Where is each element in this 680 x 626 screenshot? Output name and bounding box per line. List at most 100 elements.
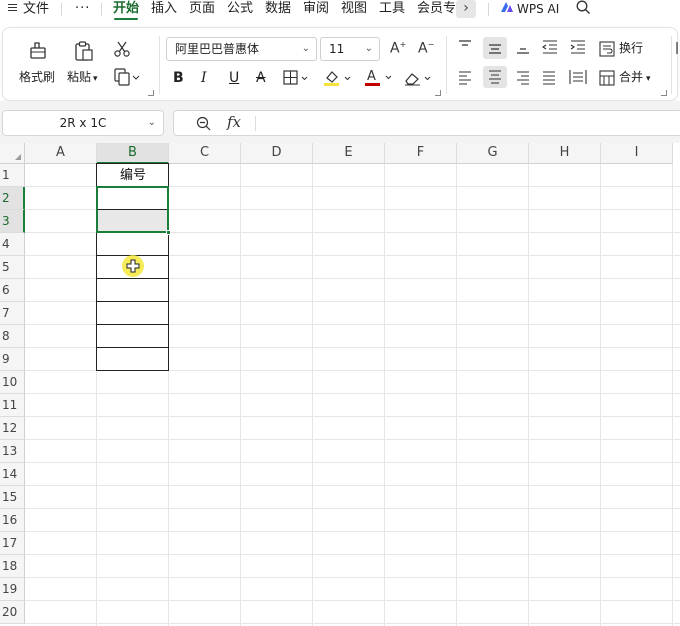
merge-button[interactable]: 合并 ▾ <box>599 68 651 86</box>
cell-b1[interactable]: 编号 <box>97 164 169 187</box>
select-all-corner[interactable] <box>0 143 25 164</box>
row-header-15[interactable]: 15 <box>0 486 25 509</box>
bold-button[interactable]: B <box>173 70 184 86</box>
gridline <box>25 439 680 440</box>
separator <box>61 3 62 16</box>
row-header-6[interactable]: 6 <box>0 279 25 302</box>
row-header-12[interactable]: 12 <box>0 417 25 440</box>
align-bottom-icon[interactable] <box>515 39 531 59</box>
clipboard-dialog-launcher[interactable] <box>148 90 154 96</box>
fill-color-icon[interactable] <box>323 69 355 91</box>
wrap-text-button[interactable]: 换行 <box>599 39 643 57</box>
increase-font-icon[interactable]: A+ <box>390 40 406 57</box>
column-header-h[interactable]: H <box>529 143 601 164</box>
zoom-icon[interactable] <box>196 116 211 135</box>
align-left-icon[interactable] <box>457 69 473 89</box>
row-header-14[interactable]: 14 <box>0 463 25 486</box>
copy-icon[interactable] <box>113 68 141 90</box>
align-right-icon[interactable] <box>515 69 531 89</box>
row-header-13[interactable]: 13 <box>0 440 25 463</box>
search-icon[interactable] <box>576 0 591 20</box>
paste-button[interactable]: 粘贴 ▾ <box>67 40 98 85</box>
column-header-b[interactable]: B <box>97 143 169 164</box>
chevron-down-icon[interactable]: ▾ <box>93 74 98 84</box>
selection-range[interactable] <box>96 186 169 233</box>
align-center-icon[interactable] <box>483 66 507 88</box>
column-header-c[interactable]: C <box>169 143 241 164</box>
decrease-font-icon[interactable]: A− <box>418 40 434 57</box>
tab-data[interactable]: 数据 <box>265 0 291 20</box>
column-header-e[interactable]: E <box>313 143 385 164</box>
alignment-dialog-launcher[interactable] <box>661 90 667 96</box>
fill-handle[interactable] <box>166 230 171 235</box>
gridline <box>25 462 680 463</box>
wrap-text-label: 换行 <box>619 41 644 55</box>
distributed-align-icon[interactable] <box>569 69 587 89</box>
row-header-7[interactable]: 7 <box>0 302 25 325</box>
wps-ai-button[interactable]: WPS AI <box>500 0 559 20</box>
align-middle-icon[interactable] <box>483 37 507 59</box>
borders-icon[interactable] <box>283 70 311 90</box>
row-header-16[interactable]: 16 <box>0 509 25 532</box>
merge-label: 合并 <box>619 70 644 84</box>
table-row-border <box>96 324 169 325</box>
font-color-icon[interactable]: A <box>364 68 396 91</box>
decrease-indent-icon[interactable] <box>541 39 559 59</box>
row-header-3[interactable]: 3 <box>0 210 25 233</box>
strikethrough-button[interactable]: A <box>256 70 266 86</box>
column-header-g[interactable]: G <box>457 143 529 164</box>
separator <box>101 3 102 16</box>
column-header-f[interactable]: F <box>385 143 457 164</box>
row-header-9[interactable]: 9 <box>0 348 25 371</box>
table-row-border <box>96 301 169 302</box>
row-header-18[interactable]: 18 <box>0 555 25 578</box>
tab-insert[interactable]: 插入 <box>151 0 177 20</box>
italic-button[interactable]: I <box>201 70 207 86</box>
gridline <box>25 393 680 394</box>
formula-input[interactable]: fx <box>173 110 680 136</box>
row-header-5[interactable]: 5 <box>0 256 25 279</box>
row-header-19[interactable]: 19 <box>0 578 25 601</box>
tab-page[interactable]: 页面 <box>189 0 215 20</box>
font-dialog-launcher[interactable] <box>435 90 441 96</box>
tab-review[interactable]: 审阅 <box>303 0 329 20</box>
tab-home[interactable]: 开始 <box>113 0 139 20</box>
chevron-down-icon[interactable]: ▾ <box>646 74 651 84</box>
row-header-8[interactable]: 8 <box>0 325 25 348</box>
font-size-select[interactable]: 11 ⌄ <box>320 37 380 61</box>
row-header-2[interactable]: 2 <box>0 187 25 210</box>
name-box[interactable]: 2R x 1C ⌄ <box>2 110 164 136</box>
tab-tools[interactable]: 工具 <box>379 0 405 20</box>
row-header-17[interactable]: 17 <box>0 532 25 555</box>
justify-icon[interactable] <box>541 69 557 89</box>
tab-view[interactable]: 视图 <box>341 0 367 20</box>
clear-format-icon[interactable] <box>403 70 435 90</box>
overflow-icon[interactable] <box>676 40 680 60</box>
row-header-4[interactable]: 4 <box>0 233 25 256</box>
increase-indent-icon[interactable] <box>569 39 587 59</box>
chevron-down-icon[interactable]: ⌄ <box>148 111 156 135</box>
row-header-20[interactable]: 20 <box>0 601 25 624</box>
tab-member[interactable]: 会员专 <box>417 0 456 20</box>
row-header-10[interactable]: 10 <box>0 371 25 394</box>
more-menu[interactable]: ··· <box>75 0 90 20</box>
gridline <box>456 164 457 626</box>
column-header-a[interactable]: A <box>25 143 97 164</box>
menu-bar: 文件 ··· 开始 插入 页面 公式 数据 审阅 视图 工具 会员专 › WPS… <box>0 0 680 20</box>
format-painter-button[interactable]: 格式刷 <box>19 40 55 85</box>
cut-icon[interactable] <box>113 40 131 62</box>
font-name-select[interactable]: 阿里巴巴普惠体 ⌄ <box>166 37 317 61</box>
underline-button[interactable]: U <box>229 70 239 86</box>
fx-icon[interactable]: fx <box>227 113 241 131</box>
row-header-11[interactable]: 11 <box>0 394 25 417</box>
column-header-d[interactable]: D <box>241 143 313 164</box>
file-menu[interactable]: 文件 <box>8 0 49 20</box>
spreadsheet-grid[interactable]: A B C D E F G H I 1 2 3 4 5 6 7 8 9 10 11 12 13 14 15 16 17 18 19 20… <box>0 143 680 626</box>
chevron-right-icon[interactable]: › <box>456 0 476 18</box>
row-header-1[interactable]: 1 <box>0 164 25 187</box>
column-header-i[interactable]: I <box>601 143 673 164</box>
align-top-icon[interactable] <box>457 39 473 59</box>
gridline <box>25 554 680 555</box>
paste-icon <box>73 40 98 62</box>
tab-formula[interactable]: 公式 <box>227 0 253 20</box>
